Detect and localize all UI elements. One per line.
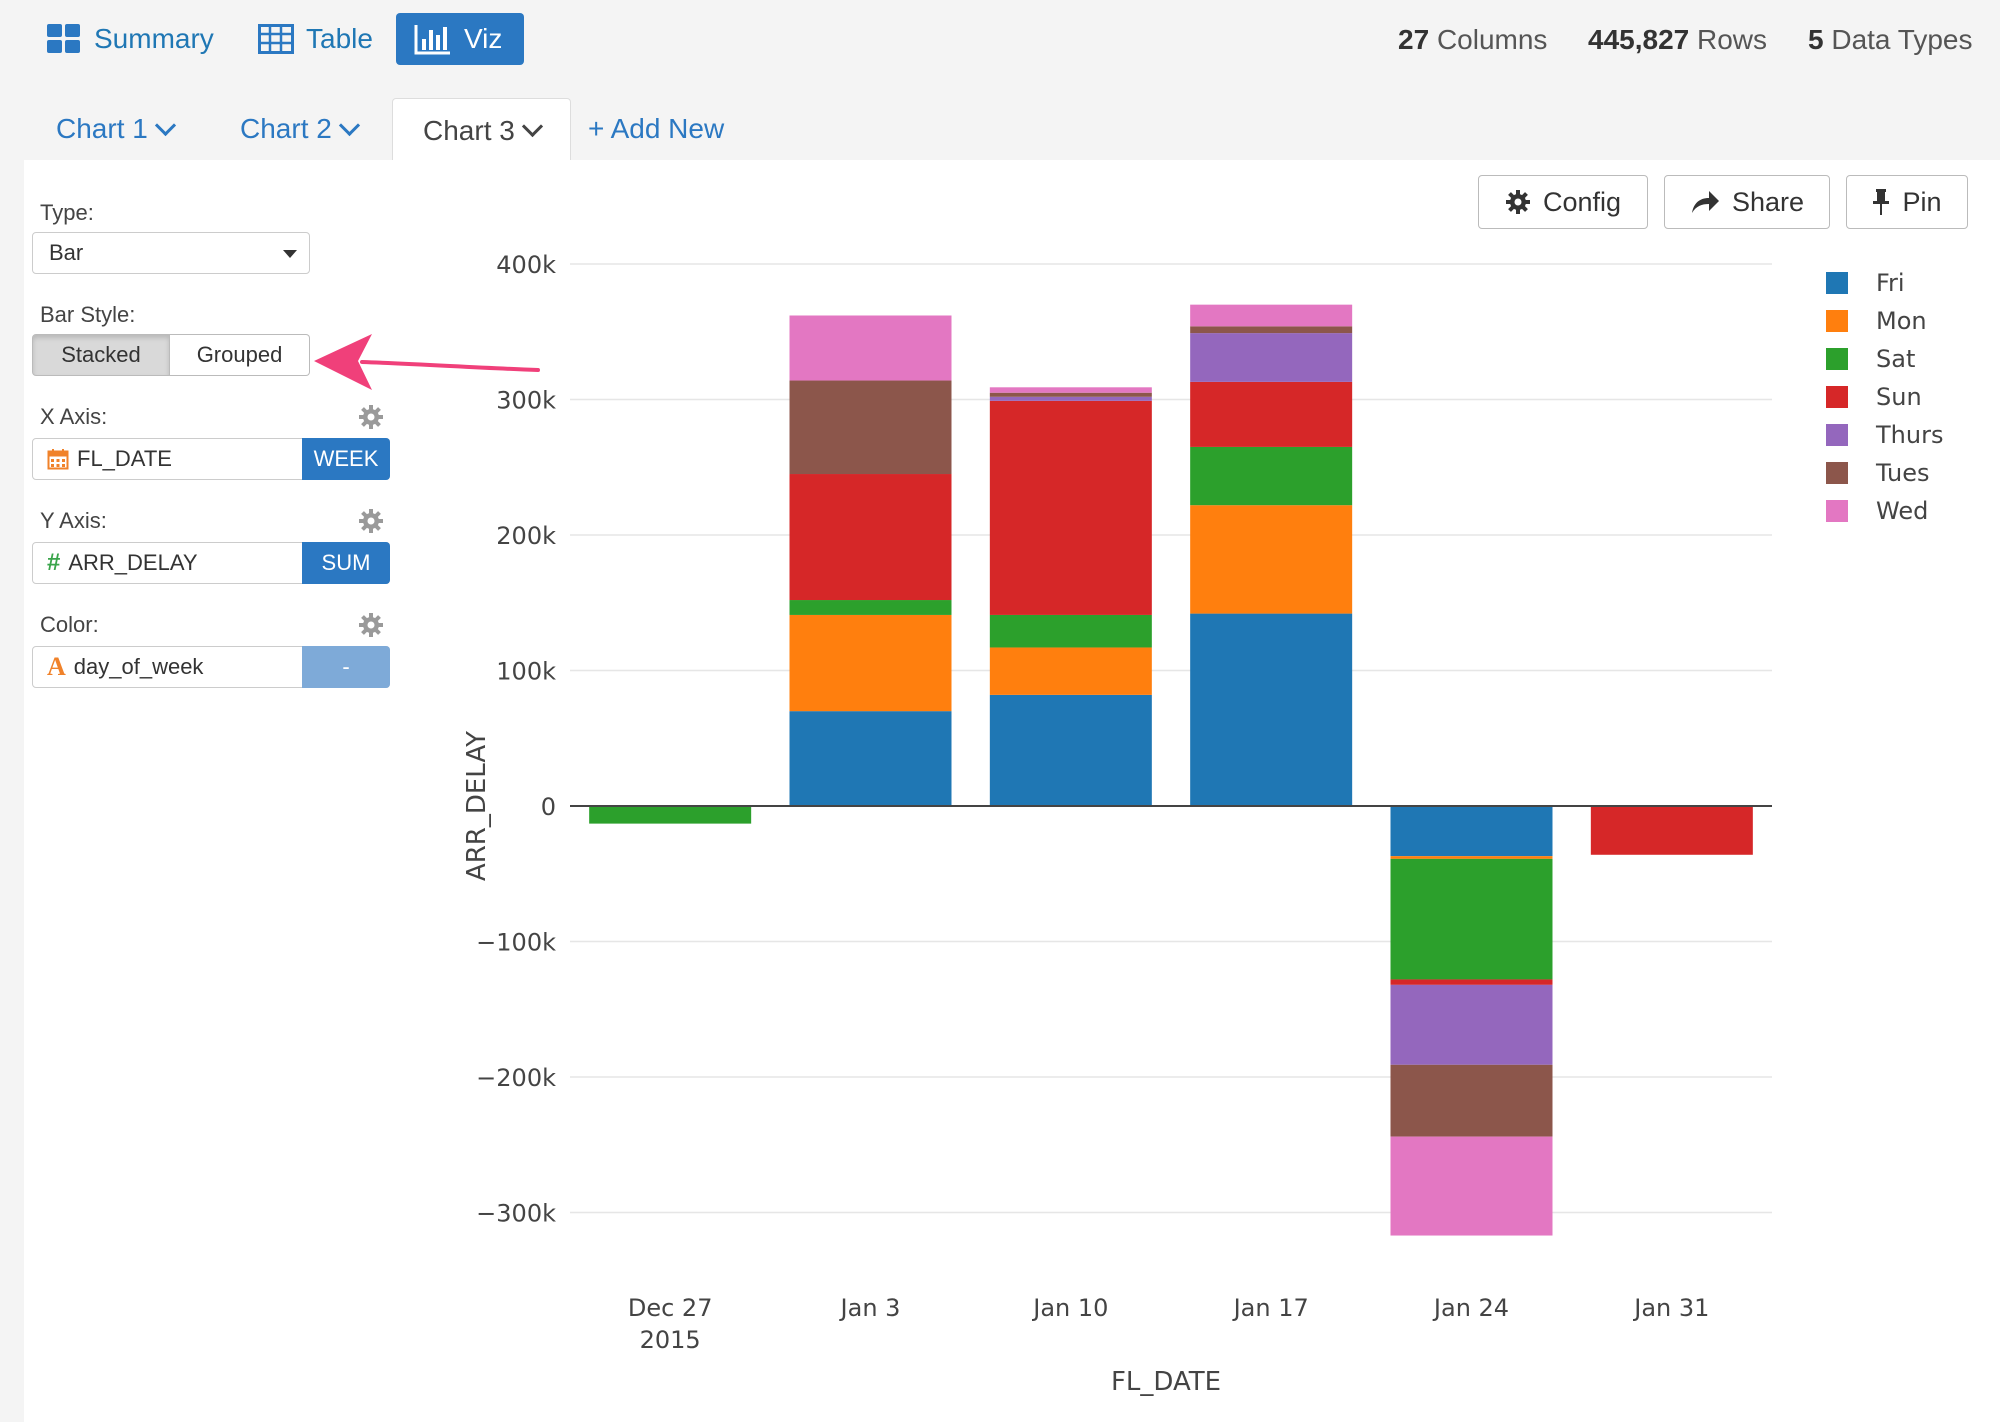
legend-swatch xyxy=(1826,348,1848,370)
y-tick-label: 100k xyxy=(496,658,556,686)
x-tick-label: 2015 xyxy=(640,1326,701,1354)
legend-label: Fri xyxy=(1876,269,1905,297)
x-tick-label: Jan 10 xyxy=(1031,1294,1108,1322)
bar-segment-wed xyxy=(789,315,952,381)
bar-segment-mon xyxy=(989,647,1152,695)
bar-segment-wed xyxy=(1190,304,1353,327)
bar-segment-sat xyxy=(1190,446,1353,506)
bar-segment-tues xyxy=(1190,326,1353,334)
y-tick-label: −100k xyxy=(476,929,556,957)
legend-swatch xyxy=(1826,272,1848,294)
bar-segment-tues xyxy=(989,392,1152,397)
legend-label: Wed xyxy=(1876,497,1928,525)
bar-segment-thurs xyxy=(1190,333,1353,382)
x-tick-label: Jan 31 xyxy=(1632,1294,1709,1322)
legend-swatch xyxy=(1826,310,1848,332)
y-tick-label: 200k xyxy=(496,522,556,550)
x-axis-title: FL_DATE xyxy=(1111,1367,1221,1397)
bar-segment-thurs xyxy=(1390,984,1553,1065)
legend-swatch xyxy=(1826,386,1848,408)
bar-segment-wed xyxy=(1390,1136,1553,1236)
bar-segment-mon xyxy=(789,614,952,712)
legend-label: Mon xyxy=(1876,307,1927,335)
bar-segment-sun xyxy=(1390,979,1553,985)
legend-label: Tues xyxy=(1875,459,1930,487)
bar-segment-sun xyxy=(789,474,952,601)
bar-segment-sun xyxy=(989,400,1152,615)
bar-segment-wed xyxy=(989,387,1152,393)
y-axis-title: ARR_DELAY xyxy=(462,731,492,881)
legend-swatch xyxy=(1826,500,1848,522)
x-tick-label: Dec 27 xyxy=(628,1294,713,1322)
bar-segment-sat xyxy=(989,614,1152,648)
legend-label: Sun xyxy=(1876,383,1922,411)
bar-segment-sat xyxy=(789,600,952,615)
x-tick-label: Jan 17 xyxy=(1232,1294,1309,1322)
bar-segment-mon xyxy=(1190,505,1353,614)
bar-segment-sat xyxy=(589,806,752,824)
bar-segment-fri xyxy=(1190,613,1353,806)
bar-segment-fri xyxy=(789,711,952,806)
x-tick-label: Jan 3 xyxy=(839,1294,901,1322)
bar-segment-tues xyxy=(1390,1064,1553,1137)
bar-segment-fri xyxy=(1390,806,1553,857)
y-tick-label: 0 xyxy=(541,793,556,821)
legend-label: Thurs xyxy=(1875,421,1943,449)
legend-label: Sat xyxy=(1876,345,1915,373)
bar-segment-mon xyxy=(1390,856,1553,859)
y-tick-label: −200k xyxy=(476,1064,556,1092)
y-tick-label: 300k xyxy=(496,387,556,415)
bar-segment-fri xyxy=(989,694,1152,806)
x-tick-label: Jan 24 xyxy=(1432,1294,1509,1322)
bar-segment-sat xyxy=(1390,858,1553,980)
y-tick-label: −300k xyxy=(476,1200,556,1228)
legend-swatch xyxy=(1826,462,1848,484)
bar-segment-thurs xyxy=(989,396,1152,401)
bar-segment-sun xyxy=(1190,381,1353,447)
bar-segment-tues xyxy=(789,380,952,475)
stacked-bar-chart: 400k 300k 200k 100k 0 −100k −200k −300k Dec 27 20… xyxy=(462,251,1943,1397)
legend-swatch xyxy=(1826,424,1848,446)
bar-segment-sun xyxy=(1590,806,1753,855)
y-tick-label: 400k xyxy=(496,251,556,279)
